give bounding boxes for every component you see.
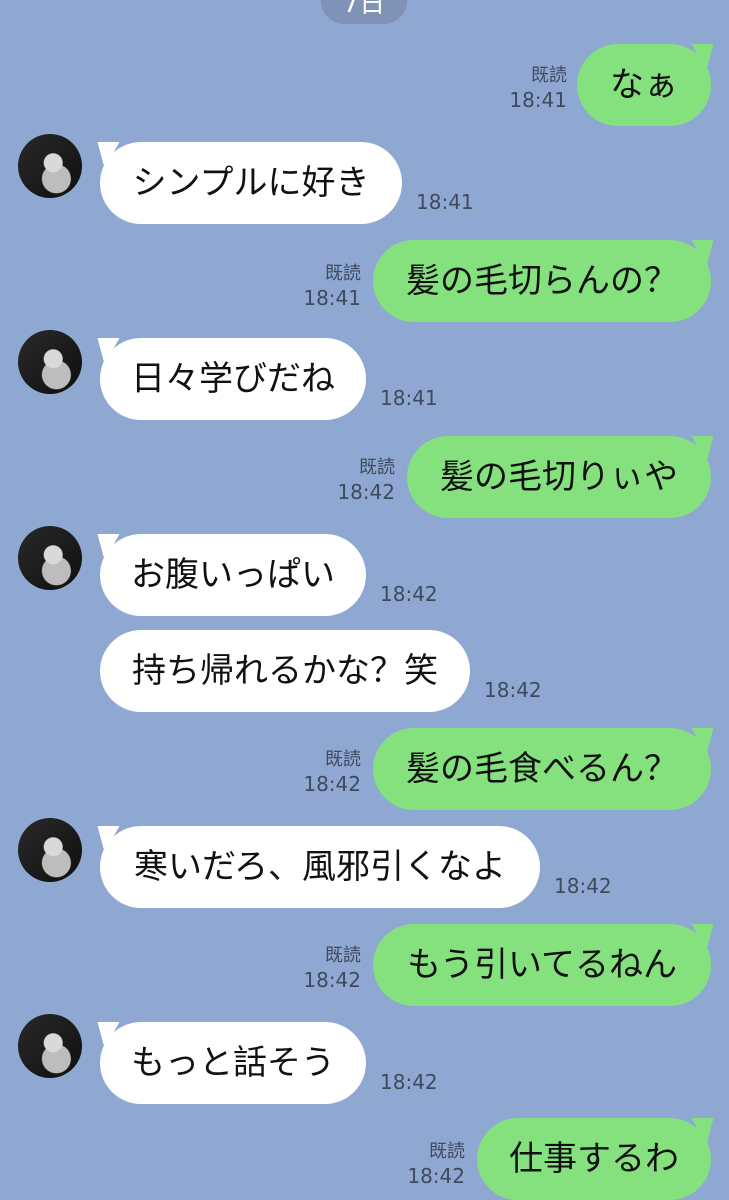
- date-separator: 7日: [321, 0, 407, 24]
- message-text: お腹いっぱい: [131, 555, 335, 595]
- message-time: 18:42: [554, 874, 612, 898]
- read-receipt: 既読: [429, 1141, 465, 1162]
- message-bubble[interactable]: 持ち帰れるかな？笑: [100, 630, 470, 712]
- message-bubble[interactable]: シンプルに好き: [100, 142, 402, 224]
- message-text: 仕事するわ: [509, 1139, 679, 1179]
- message-meta: 既読 18:41: [509, 64, 567, 112]
- message-text: もっと話そう: [131, 1043, 335, 1083]
- avatar[interactable]: [18, 818, 82, 882]
- message-bubble[interactable]: 日々学びだね: [100, 338, 366, 420]
- message-time: 18:42: [380, 582, 438, 606]
- message-time: 18:42: [380, 1070, 438, 1094]
- message-bubble[interactable]: もっと話そう: [100, 1022, 366, 1104]
- avatar[interactable]: [18, 330, 82, 394]
- message-meta: 既読 18:41: [303, 262, 361, 310]
- message-meta: 既読 18:42: [303, 748, 361, 796]
- read-receipt: 既読: [359, 457, 395, 478]
- read-receipt: 既読: [325, 263, 361, 284]
- message-bubble[interactable]: 髪の毛切らんの？: [373, 240, 711, 322]
- message-text: 髪の毛食べるん？: [406, 749, 678, 789]
- message-text: シンプルに好き: [132, 163, 370, 203]
- message-bubble[interactable]: 寒いだろ、風邪引くなよ: [100, 826, 540, 908]
- message-time: 18:42: [407, 1164, 465, 1188]
- read-receipt: 既読: [325, 749, 361, 770]
- message-meta: 既読 18:42: [337, 456, 395, 504]
- avatar[interactable]: [18, 1014, 82, 1078]
- message-meta: 既読 18:42: [303, 944, 361, 992]
- message-text: 髪の毛切りぃや: [440, 457, 678, 497]
- message-bubble[interactable]: 髪の毛切りぃや: [407, 436, 711, 518]
- message-bubble[interactable]: お腹いっぱい: [100, 534, 366, 616]
- message-time: 18:41: [380, 386, 438, 410]
- message-bubble[interactable]: 髪の毛食べるん？: [373, 728, 711, 810]
- avatar[interactable]: [18, 526, 82, 590]
- message-meta: 既読 18:42: [407, 1140, 465, 1188]
- message-time: 18:42: [484, 678, 542, 702]
- read-receipt: 既読: [325, 945, 361, 966]
- message-time: 18:42: [337, 480, 395, 504]
- message-text: もう引いてるねん: [407, 945, 677, 985]
- message-bubble[interactable]: もう引いてるねん: [373, 924, 711, 1006]
- message-bubble[interactable]: なぁ: [577, 44, 711, 126]
- avatar[interactable]: [18, 134, 82, 198]
- message-text: なぁ: [610, 65, 678, 105]
- message-text: 日々学びだね: [131, 359, 335, 399]
- message-time: 18:42: [303, 968, 361, 992]
- message-text: 持ち帰れるかな？笑: [132, 651, 438, 691]
- message-time: 18:42: [303, 772, 361, 796]
- message-text: 髪の毛切らんの？: [406, 261, 678, 301]
- read-receipt: 既読: [531, 65, 567, 86]
- message-text: 寒いだろ、風邪引くなよ: [134, 847, 506, 887]
- message-time: 18:41: [509, 88, 567, 112]
- message-time: 18:41: [416, 190, 474, 214]
- message-bubble[interactable]: 仕事するわ: [477, 1118, 711, 1200]
- message-time: 18:41: [303, 286, 361, 310]
